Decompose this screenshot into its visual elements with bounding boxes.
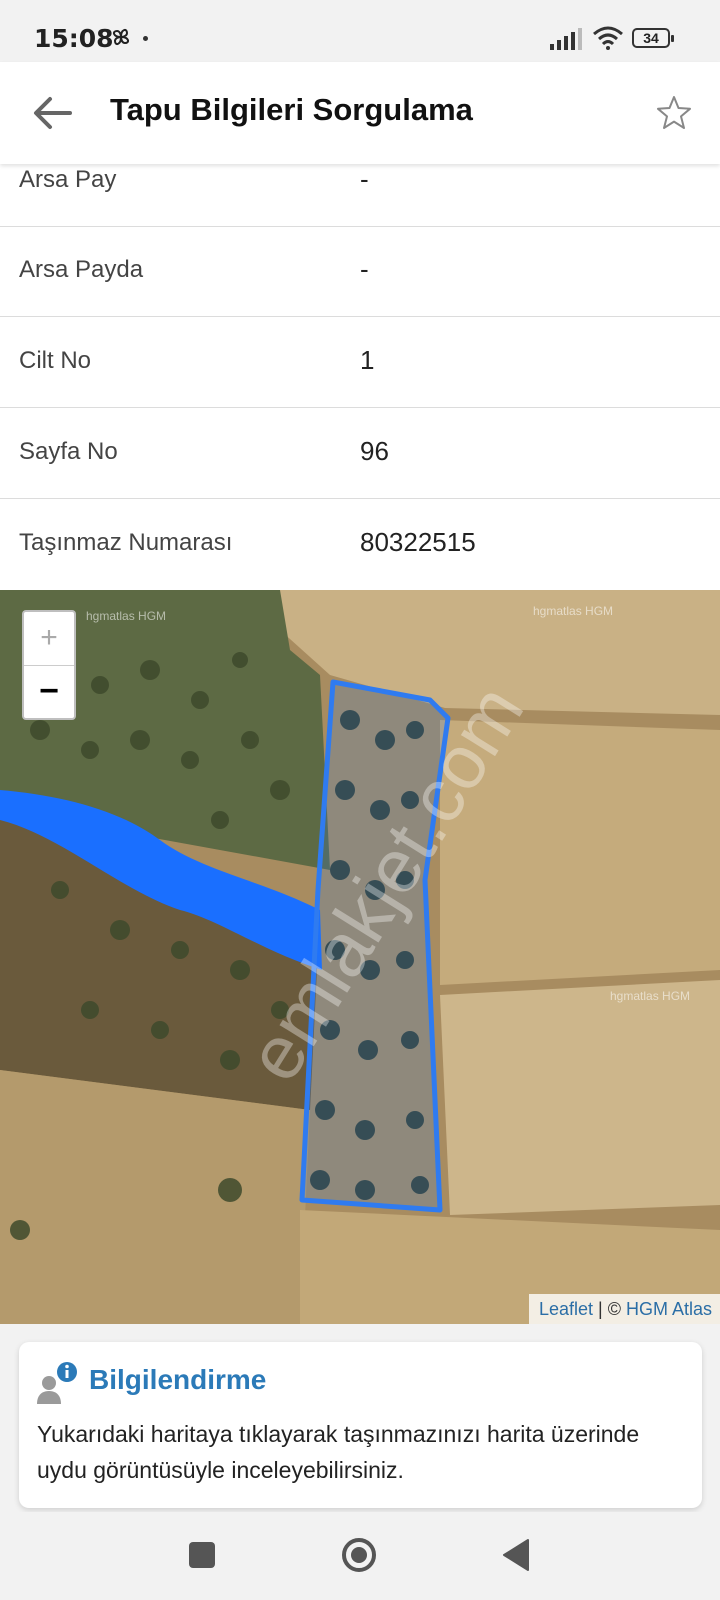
home-icon[interactable]	[340, 1536, 378, 1574]
wifi-icon	[593, 26, 623, 50]
back-arrow-icon[interactable]	[28, 88, 78, 138]
row-value: -	[360, 164, 369, 194]
status-time: 15:08	[34, 24, 114, 53]
row-tasinmaz-numarasi: Taşınmaz Numarası 80322515	[0, 499, 720, 589]
info-card: Bilgilendirme Yukarıdaki haritaya tıklay…	[19, 1342, 702, 1508]
zoom-in-button[interactable]: +	[24, 612, 74, 666]
battery-icon: 34	[632, 28, 674, 48]
user-info-icon	[37, 1362, 77, 1404]
satellite-map[interactable]: hgmatlas HGM hgmatlas HGM hgmatlas HGM e…	[0, 590, 720, 1324]
signal-icon	[550, 28, 582, 50]
map-attribution: Leaflet | © HGM Atlas	[528, 1294, 720, 1324]
app-bar: Tapu Bilgileri Sorgulama	[0, 62, 720, 164]
row-arsa-pay: Arsa Pay -	[0, 164, 720, 227]
tile-label: hgmatlas HGM	[610, 989, 690, 1003]
pinwheel-icon	[112, 28, 130, 46]
system-nav-bar	[0, 1512, 720, 1600]
favorite-star-icon[interactable]	[655, 94, 693, 132]
zoom-out-button[interactable]: −	[24, 666, 74, 718]
hgm-atlas-link[interactable]: HGM Atlas	[626, 1299, 712, 1319]
info-text: Yukarıdaki haritaya tıklayarak taşınmazı…	[37, 1421, 640, 1483]
row-sayfa-no: Sayfa No 96	[0, 408, 720, 499]
tile-label: hgmatlas HGM	[533, 604, 613, 618]
row-cilt-no: Cilt No 1	[0, 317, 720, 408]
tile-label: hgmatlas HGM	[86, 609, 166, 623]
back-triangle-icon[interactable]	[502, 1538, 530, 1572]
info-title: Bilgilendirme	[89, 1364, 267, 1395]
row-label: Sayfa No	[19, 438, 118, 465]
row-value: -	[360, 254, 369, 284]
attribution-separator: | ©	[593, 1299, 626, 1319]
row-label: Arsa Payda	[19, 256, 144, 283]
row-value: 80322515	[360, 527, 476, 557]
page-title: Tapu Bilgileri Sorgulama	[110, 92, 473, 127]
row-label: Arsa Pay	[19, 166, 117, 193]
row-arsa-payda: Arsa Payda -	[0, 226, 720, 317]
leaflet-link[interactable]: Leaflet	[539, 1299, 593, 1319]
status-bar: 15:08 34	[0, 0, 720, 62]
recents-icon[interactable]	[189, 1542, 215, 1568]
row-label: Cilt No	[19, 347, 92, 374]
zoom-control: + −	[22, 610, 76, 720]
row-label: Taşınmaz Numarası	[19, 529, 233, 556]
notification-dot-icon	[143, 36, 148, 41]
property-info-list: Arsa Pay - Arsa Payda - Cilt No 1 Sayfa …	[0, 164, 720, 590]
row-value: 96	[360, 436, 389, 466]
row-value: 1	[360, 345, 375, 375]
